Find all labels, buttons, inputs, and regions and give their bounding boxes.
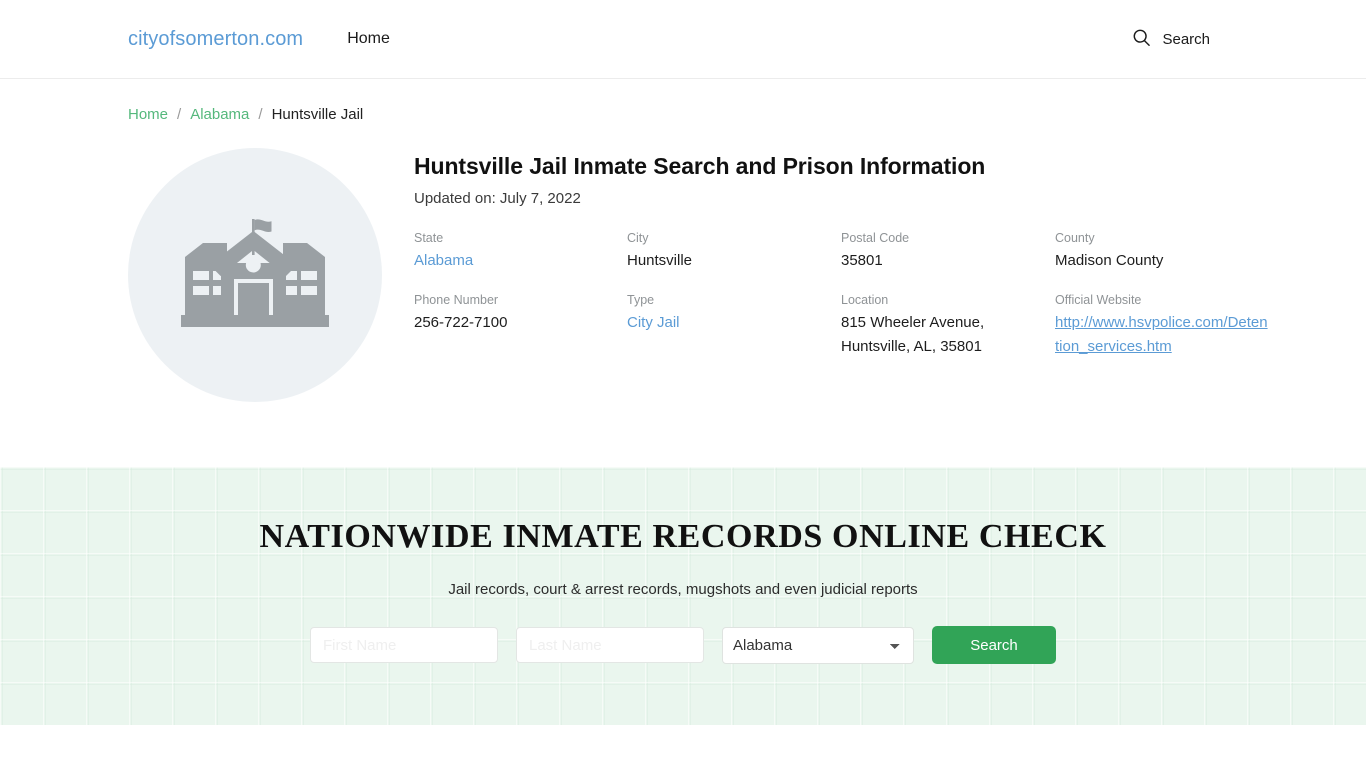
info-field-phone-number: Phone Number 256-722-7100 [414,293,627,359]
first-name-input[interactable] [310,627,498,663]
inmate-records-promo-banner: NATIONWIDE INMATE RECORDS ONLINE CHECK J… [0,467,1366,725]
breadcrumb-item-home[interactable]: Home [128,106,168,123]
info-value-official-website[interactable]: http://www.hsvpolice.com/Detention_servi… [1055,314,1268,355]
info-field-county: County Madison County [1055,231,1269,273]
info-field-official-website: Official Website http://www.hsvpolice.co… [1055,293,1269,359]
info-label: State [414,231,444,245]
facility-info-grid: State Alabama City Huntsville Postal Cod… [414,231,1269,359]
info-field-type: Type City Jail [627,293,841,359]
building-school-icon [181,213,329,338]
facility-detail-body: Huntsville Jail Inmate Search and Prison… [382,148,1269,402]
info-label: Location [841,293,889,307]
info-value-type[interactable]: City Jail [627,314,680,331]
site-header: cityofsomerton.com Home Search [0,0,1366,79]
info-label: Official Website [1055,293,1142,307]
last-name-input[interactable] [516,627,704,663]
info-field-location: Location 815 Wheeler Avenue, Huntsville,… [841,293,1055,359]
breadcrumb-item-alabama[interactable]: Alabama [190,106,249,123]
info-label: County [1055,231,1095,245]
info-value-phone-number: 256-722-7100 [414,314,508,331]
updated-date: Updated on: July 7, 2022 [414,190,581,207]
info-value-county: Madison County [1055,252,1164,269]
site-brand-link[interactable]: cityofsomerton.com [128,28,303,51]
breadcrumb-current: Huntsville Jail [271,106,364,123]
info-value-state[interactable]: Alabama [414,252,473,269]
info-label: Type [627,293,655,307]
header-search-label: Search [1162,30,1210,48]
info-label: Phone Number [414,293,499,307]
info-field-postal-code: Postal Code 35801 [841,231,1055,273]
page-title: Huntsville Jail Inmate Search and Prison… [414,153,986,179]
info-label: Postal Code [841,231,910,245]
promo-subtitle: Jail records, court & arrest records, mu… [448,581,918,598]
info-value-postal-code: 35801 [841,252,883,269]
info-field-state: State Alabama [414,231,627,273]
search-icon [1132,28,1151,51]
promo-title: NATIONWIDE INMATE RECORDS ONLINE CHECK [259,518,1107,555]
info-label: City [627,231,649,245]
info-field-city: City Huntsville [627,231,841,273]
inmate-search-form: Alabama Search [0,626,1366,664]
facility-detail-section: Huntsville Jail Inmate Search and Prison… [0,123,1366,402]
info-value-city: Huntsville [627,252,693,269]
breadcrumb-separator: / [177,106,182,123]
facility-thumbnail [128,148,382,402]
info-value-location: 815 Wheeler Avenue, Huntsville, AL, 3580… [841,314,985,355]
breadcrumb-separator: / [258,106,263,123]
breadcrumb: Home / Alabama / Huntsville Jail [0,79,1366,123]
header-search-link[interactable]: Search [1132,28,1238,51]
state-select[interactable]: Alabama [722,626,914,664]
inmate-search-button[interactable]: Search [932,626,1056,664]
nav-item-home[interactable]: Home [347,30,390,48]
